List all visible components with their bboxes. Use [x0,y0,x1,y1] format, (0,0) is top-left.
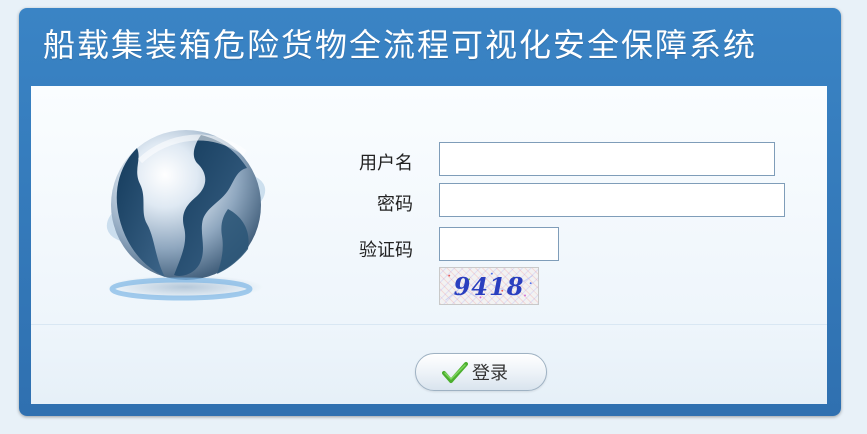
login-button-label: 登录 [472,363,508,383]
login-button[interactable]: 登录 [415,353,547,391]
username-input[interactable] [439,142,775,176]
password-input[interactable] [439,183,785,217]
captcha-label: 验证码 [359,240,413,261]
captcha-code: 9418 [453,272,525,301]
check-icon [442,362,468,383]
captcha-input[interactable] [439,227,559,261]
login-form-area: 用户名 密码 验证码 9418 [31,86,827,325]
username-label: 用户名 [359,153,413,174]
captcha-image[interactable]: 9418 [439,267,539,305]
login-window: 船载集装箱危险货物全流程可视化安全保障系统 用户名 密码 验证码 9418 登录 [19,8,841,416]
login-panel: 用户名 密码 验证码 9418 登录 [31,86,827,404]
window-title: 船载集装箱危险货物全流程可视化安全保障系统 [43,26,758,64]
globe-icon [106,130,266,301]
password-label: 密码 [377,194,413,215]
